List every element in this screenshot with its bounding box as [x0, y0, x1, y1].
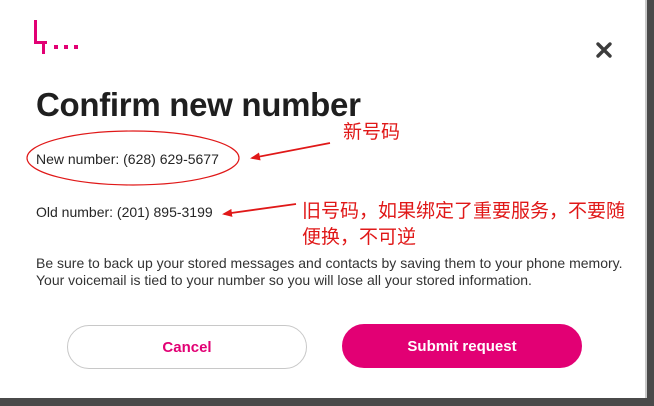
confirm-number-dialog: Confirm new number New number: (628) 629…	[0, 0, 645, 398]
window-edge-bottom	[0, 398, 654, 406]
close-icon	[596, 42, 612, 58]
cancel-button[interactable]: Cancel	[67, 325, 307, 369]
t-mobile-logo	[34, 20, 78, 54]
old-number-annotation-arrow	[222, 203, 297, 217]
new-number-annotation-arrow	[250, 142, 331, 161]
backup-info-text: Be sure to back up your stored messages …	[36, 255, 623, 288]
close-button[interactable]	[592, 38, 616, 62]
window-edge-right	[645, 0, 654, 406]
submit-request-button[interactable]: Submit request	[342, 324, 582, 368]
old-number-annotation: 旧号码，如果绑定了重要服务，不要随便换，不可逆	[302, 200, 626, 248]
new-number-text: New number: (628) 629-5677	[36, 151, 219, 167]
dialog-title: Confirm new number	[36, 86, 361, 123]
old-number-text: Old number: (201) 895-3199	[36, 204, 213, 220]
new-number-annotation: 新号码	[343, 121, 401, 143]
